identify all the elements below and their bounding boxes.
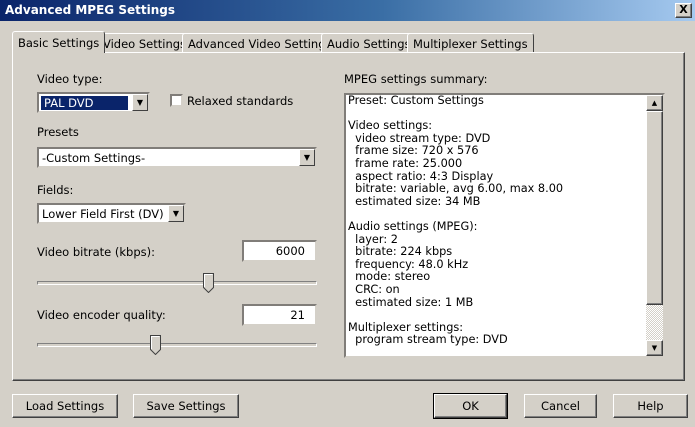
encoder-quality-slider-track[interactable]: [37, 343, 317, 347]
close-button[interactable]: X: [675, 3, 692, 18]
tab-basic-settings[interactable]: Basic Settings: [12, 31, 106, 53]
encoder-quality-slider-thumb[interactable]: [150, 335, 161, 355]
save-settings-button[interactable]: Save Settings: [133, 394, 239, 418]
tab-multiplexer-settings[interactable]: Multiplexer Settings: [407, 33, 534, 52]
presets-value: -Custom Settings-: [42, 151, 146, 165]
help-button[interactable]: Help: [613, 394, 688, 418]
video-bitrate-label: Video bitrate (kbps):: [37, 245, 155, 259]
video-type-label: Video type:: [37, 72, 103, 86]
summary-text: Preset: Custom Settings Video settings: …: [348, 94, 564, 347]
summary-textbox[interactable]: Preset: Custom Settings Video settings: …: [344, 93, 665, 358]
video-type-value: PAL DVD: [41, 96, 128, 110]
video-bitrate-input[interactable]: 6000: [242, 240, 317, 262]
tab-audio-settings[interactable]: Audio Settings: [321, 33, 417, 52]
window-title: Advanced MPEG Settings: [5, 3, 175, 17]
fields-value: Lower Field First (DV): [42, 207, 164, 221]
chevron-down-icon[interactable]: ▼: [132, 94, 148, 111]
chevron-down-icon[interactable]: ▼: [299, 149, 315, 166]
chevron-down-icon[interactable]: ▼: [168, 205, 184, 222]
tab-advanced-video-settings[interactable]: Advanced Video Settings: [182, 33, 338, 52]
summary-scrollbar[interactable]: ▲ ▼: [646, 95, 663, 356]
ok-button[interactable]: OK: [433, 393, 508, 419]
relaxed-standards-checkbox[interactable]: [170, 94, 183, 107]
fields-label: Fields:: [37, 183, 74, 197]
relaxed-standards-label: Relaxed standards: [187, 94, 294, 108]
presets-label: Presets: [37, 125, 79, 139]
presets-select[interactable]: -Custom Settings- ▼: [37, 147, 317, 168]
video-type-select[interactable]: PAL DVD ▼: [37, 92, 150, 113]
summary-label: MPEG settings summary:: [344, 72, 488, 86]
load-settings-button[interactable]: Load Settings: [12, 394, 118, 418]
tab-video-settings[interactable]: Video Settings: [97, 33, 193, 52]
cancel-button[interactable]: Cancel: [524, 394, 597, 418]
video-bitrate-slider-thumb[interactable]: [203, 273, 214, 293]
video-bitrate-slider-track[interactable]: [37, 281, 317, 285]
encoder-quality-input[interactable]: 21: [242, 304, 317, 326]
encoder-quality-label: Video encoder quality:: [37, 308, 166, 322]
scroll-thumb[interactable]: [646, 111, 663, 305]
title-bar: Advanced MPEG Settings X: [0, 0, 695, 21]
scroll-down-icon[interactable]: ▼: [646, 340, 663, 356]
scroll-up-icon[interactable]: ▲: [646, 95, 663, 111]
fields-select[interactable]: Lower Field First (DV) ▼: [37, 203, 186, 224]
